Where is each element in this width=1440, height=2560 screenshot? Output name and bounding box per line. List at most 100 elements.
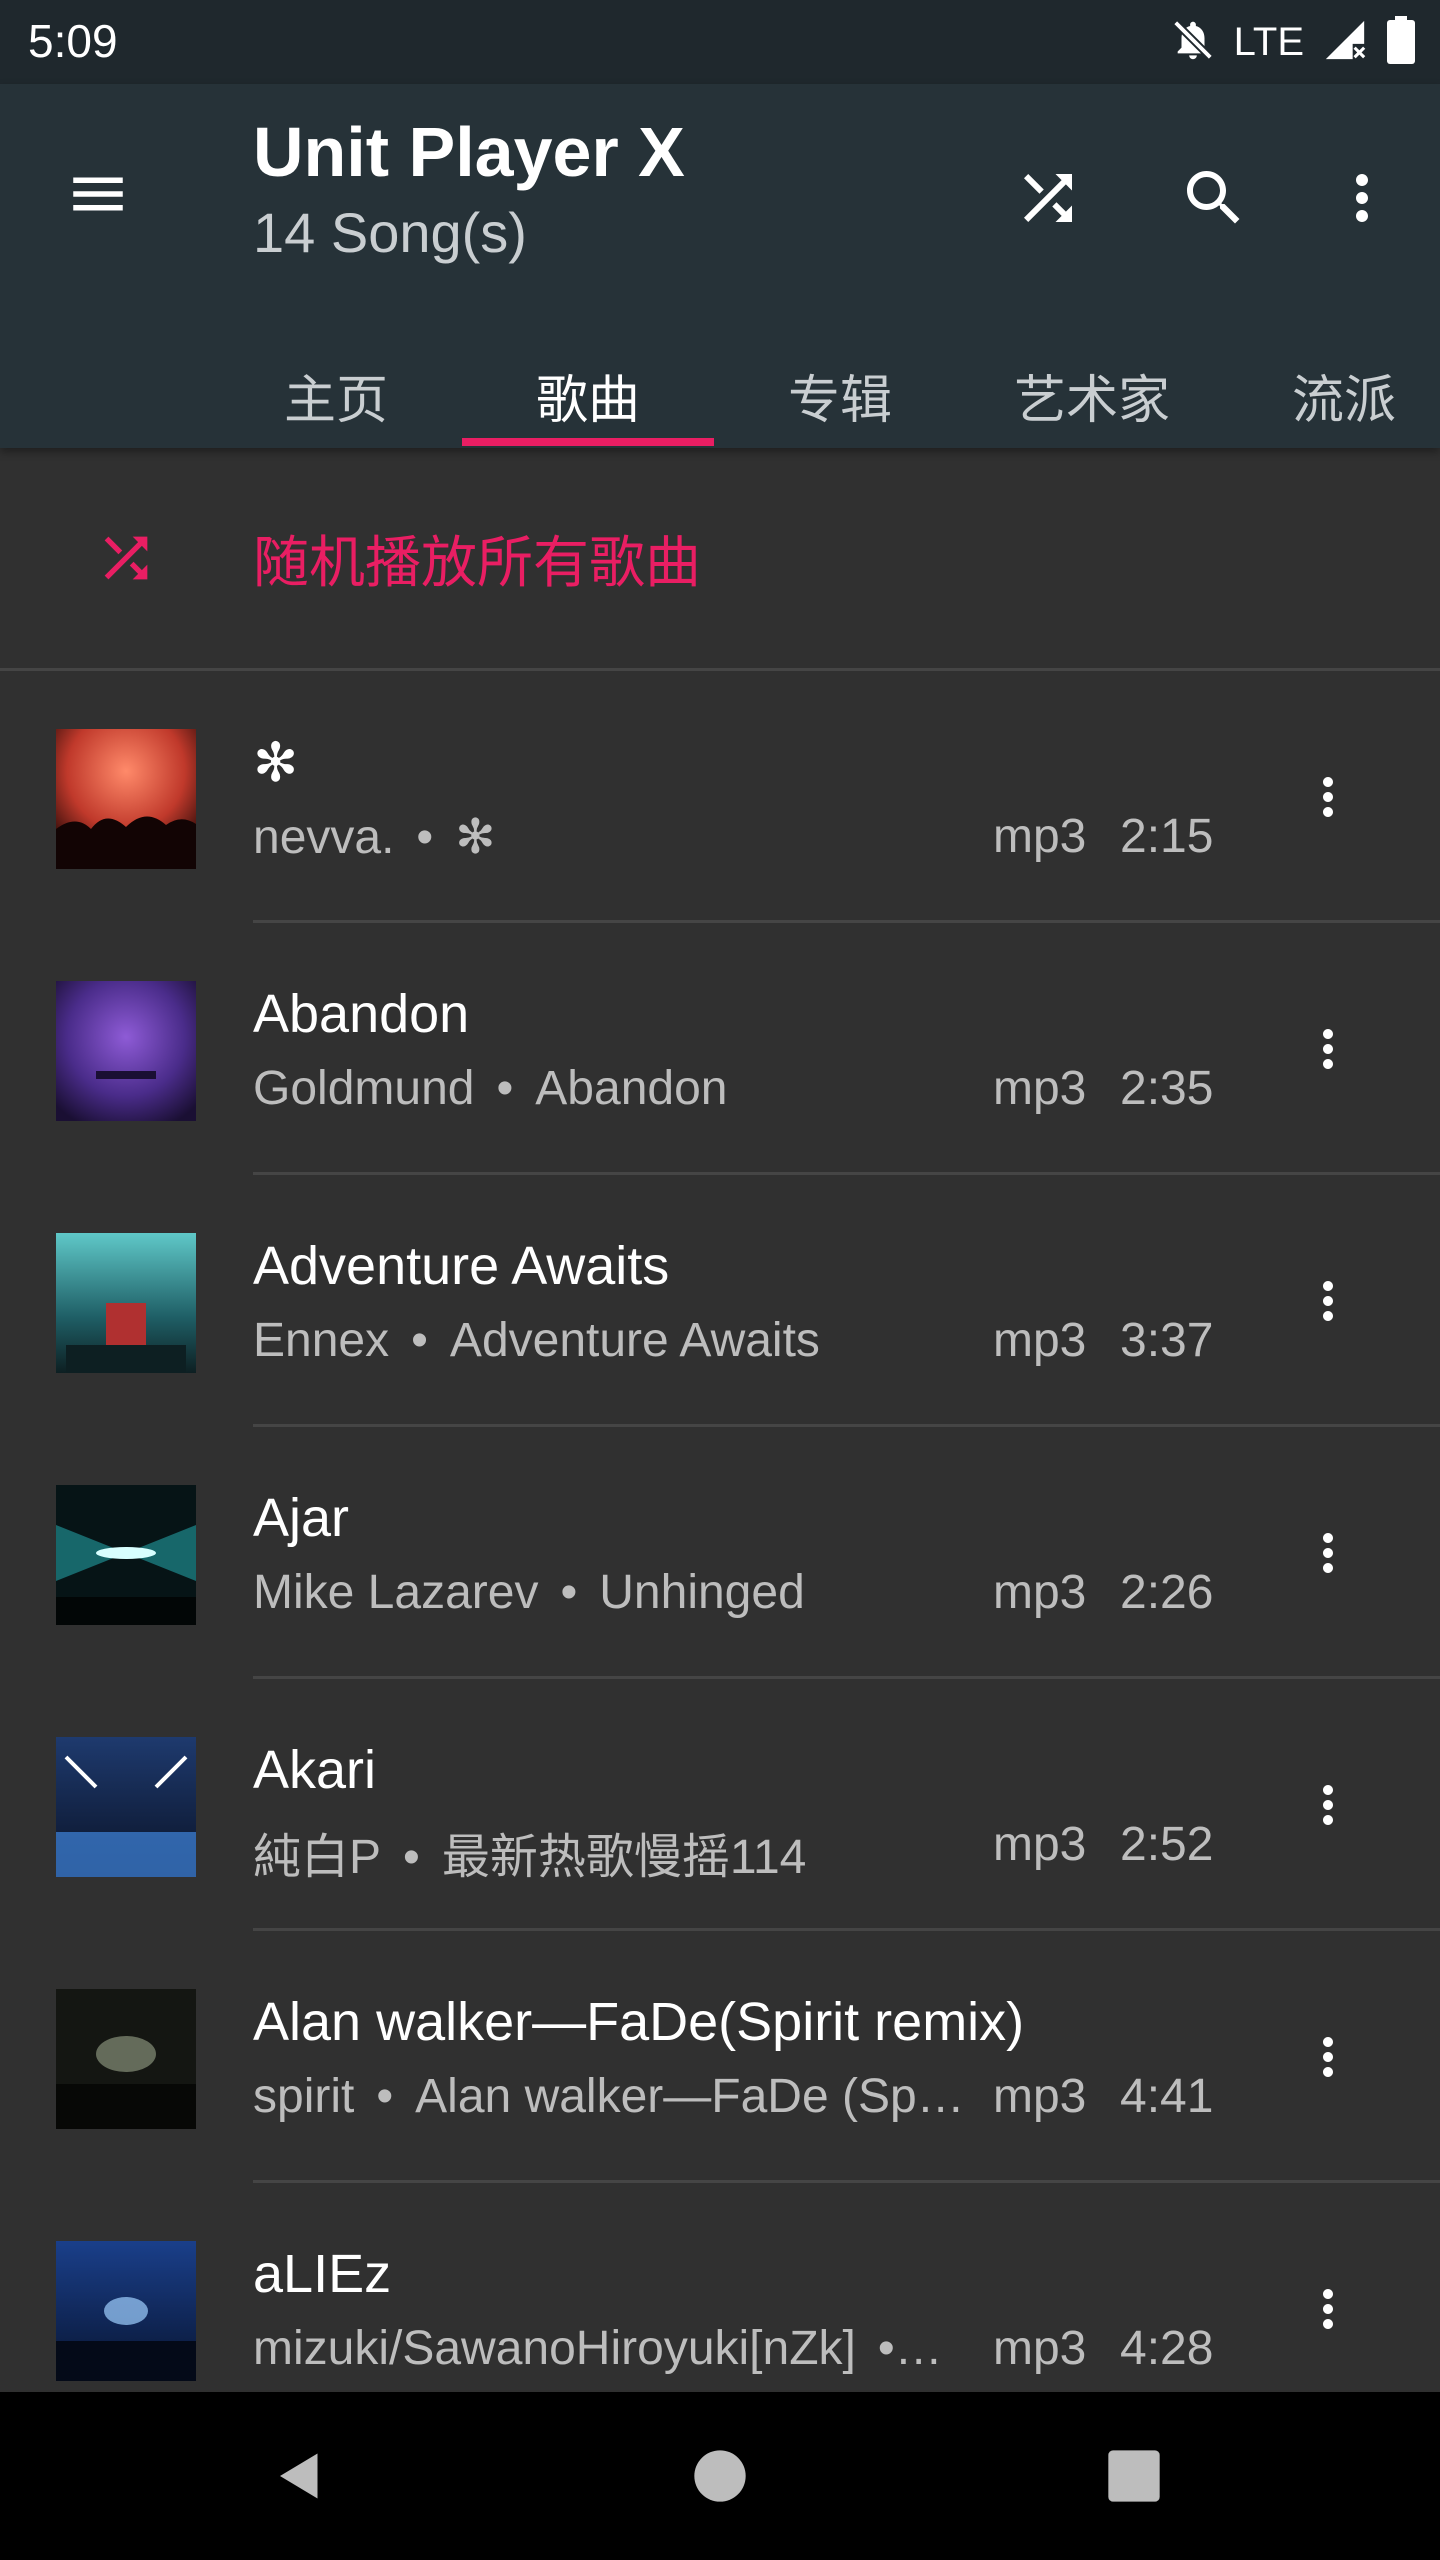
- battery-icon: [1386, 15, 1416, 69]
- album-art: [56, 1989, 196, 2129]
- song-artist: Mike Lazarev: [253, 1566, 539, 1619]
- song-format: mp3: [993, 2322, 1087, 2375]
- song-duration: 2:26: [1120, 1566, 1214, 1619]
- tab-indicator: [462, 438, 714, 446]
- signal-icon: [1322, 17, 1368, 68]
- overflow-menu-button[interactable]: [1314, 150, 1410, 246]
- more-vert-icon: [1323, 1533, 1333, 1573]
- song-row[interactable]: aLIEz mizuki/SawanoHiroyuki[nZk]•aLIEz m…: [0, 2183, 1440, 2391]
- tab-home[interactable]: 主页: [210, 354, 462, 448]
- recents-button[interactable]: [1084, 2426, 1184, 2526]
- album-art: [56, 1233, 196, 1373]
- song-artist-album: Goldmund • Abandon: [253, 1062, 728, 1115]
- song-artist-album: nevva. • ✻: [253, 811, 496, 864]
- song-duration: 2:52: [1120, 1818, 1214, 1871]
- song-artist: spirit: [253, 2070, 355, 2123]
- tab-artists[interactable]: 艺术家: [966, 354, 1218, 448]
- more-vert-icon: [1323, 2289, 1333, 2329]
- song-list: ✻ nevva. • ✻ mp3 2:15 Abandon Goldmund • Aba…: [0, 671, 1440, 2391]
- app-bar: Unit Player X 14 Song(s) 主页 歌曲 专辑 艺术家 流派: [0, 84, 1440, 448]
- song-title: ✻: [253, 733, 299, 793]
- status-icons: LTE: [1170, 14, 1416, 70]
- song-duration: 3:37: [1120, 1314, 1214, 1367]
- song-title: Ajar: [253, 1488, 350, 1548]
- album-art: [56, 1737, 196, 1877]
- song-format: mp3: [993, 1062, 1087, 1115]
- song-artist-album: 純白P • 最新热歌慢摇114: [253, 1831, 807, 1884]
- home-circle-icon: [694, 2450, 746, 2502]
- song-artist-album: Ennex • Adventure Awaits: [253, 1314, 820, 1367]
- song-artist: mizuki/SawanoHiroyuki[nZk]: [253, 2322, 856, 2375]
- app-title: Unit Player X: [253, 113, 685, 191]
- song-artist-album: Mike Lazarev • Unhinged: [253, 1566, 805, 1619]
- song-more-button[interactable]: [1298, 2259, 1358, 2359]
- song-row[interactable]: Abandon Goldmund • Abandon mp3 2:35: [0, 923, 1440, 1175]
- song-format: mp3: [993, 2070, 1087, 2123]
- album-art: [56, 1485, 196, 1625]
- tab-songs[interactable]: 歌曲: [462, 354, 714, 448]
- status-time: 5:09: [28, 15, 118, 67]
- song-title: Alan walker—FaDe(Spirit remix): [253, 1992, 1025, 2052]
- song-artist-album: spirit•Alan walker—FaDe (Spirit remix): [253, 2069, 973, 2124]
- status-bar: 5:09 LTE: [0, 0, 1440, 84]
- system-nav-bar: [0, 2392, 1440, 2560]
- song-more-button[interactable]: [1298, 1503, 1358, 1603]
- shuffle-icon: [1024, 174, 1072, 222]
- song-more-button[interactable]: [1298, 747, 1358, 847]
- song-album: 最新热歌慢摇114: [441, 1831, 807, 1884]
- song-artist: Ennex: [253, 1314, 390, 1367]
- song-album: ✻: [455, 811, 496, 864]
- more-vert-icon: [1323, 1785, 1333, 1825]
- song-format: mp3: [993, 1566, 1087, 1619]
- shuffle-all-row[interactable]: 随机播放所有歌曲: [0, 448, 1440, 671]
- song-more-button[interactable]: [1298, 1755, 1358, 1855]
- shuffle-all-label: 随机播放所有歌曲: [253, 531, 701, 594]
- back-button[interactable]: [250, 2426, 350, 2526]
- back-triangle-icon: [280, 2453, 318, 2499]
- song-album: Abandon: [535, 1062, 728, 1115]
- song-format: mp3: [993, 1818, 1087, 1871]
- song-more-button[interactable]: [1298, 2007, 1358, 2107]
- song-album: Alan walker—FaDe (Spirit remix): [415, 2070, 973, 2123]
- tab-bar: 主页 歌曲 专辑 艺术家 流派: [0, 354, 1440, 448]
- recents-square-icon: [1108, 2450, 1160, 2502]
- song-duration: 2:35: [1120, 1062, 1214, 1115]
- song-duration: 4:41: [1120, 2070, 1214, 2123]
- album-art: [56, 981, 196, 1121]
- song-title: Adventure Awaits: [253, 1236, 670, 1296]
- song-format: mp3: [993, 810, 1087, 863]
- song-title: Abandon: [253, 984, 470, 1044]
- song-artist: 純白P: [253, 1831, 382, 1884]
- song-artist-album: mizuki/SawanoHiroyuki[nZk]•aLIEz: [253, 2321, 973, 2376]
- song-album: Unhinged: [599, 1566, 805, 1619]
- song-row[interactable]: Alan walker—FaDe(Spirit remix) spirit • Al…: [0, 1931, 1440, 2183]
- shuffle-icon: [104, 536, 148, 580]
- album-art: [56, 729, 196, 869]
- home-button[interactable]: [670, 2426, 770, 2526]
- network-type: LTE: [1233, 19, 1304, 64]
- tab-albums[interactable]: 专辑: [714, 354, 966, 448]
- tab-genres[interactable]: 流派: [1218, 354, 1440, 448]
- song-duration: 4:28: [1120, 2322, 1214, 2375]
- more-vert-icon: [1323, 1281, 1333, 1321]
- search-button[interactable]: [1166, 150, 1262, 246]
- song-count: 14 Song(s): [253, 201, 527, 264]
- song-row[interactable]: Ajar Mike Lazarev • Unhinged mp3 2:26: [0, 1427, 1440, 1679]
- more-vert-icon: [1356, 174, 1368, 222]
- more-vert-icon: [1323, 2037, 1333, 2077]
- search-icon: [1187, 171, 1240, 224]
- notifications-off-icon: [1170, 17, 1216, 68]
- song-more-button[interactable]: [1298, 1251, 1358, 1351]
- shuffle-button[interactable]: [1000, 150, 1096, 246]
- song-album: Adventure Awaits: [449, 1314, 820, 1367]
- more-vert-icon: [1323, 777, 1333, 817]
- song-format: mp3: [993, 1314, 1087, 1367]
- song-title: aLIEz: [253, 2244, 392, 2304]
- song-more-button[interactable]: [1298, 999, 1358, 1099]
- menu-button[interactable]: [58, 154, 138, 234]
- hamburger-icon: [73, 177, 123, 211]
- song-row[interactable]: ✻ nevva. • ✻ mp3 2:15: [0, 671, 1440, 923]
- album-art: [56, 2241, 196, 2381]
- song-row[interactable]: Akari 純白P • 最新热歌慢摇114 mp3 2:52: [0, 1679, 1440, 1931]
- song-row[interactable]: Adventure Awaits Ennex • Adventure Awaits …: [0, 1175, 1440, 1427]
